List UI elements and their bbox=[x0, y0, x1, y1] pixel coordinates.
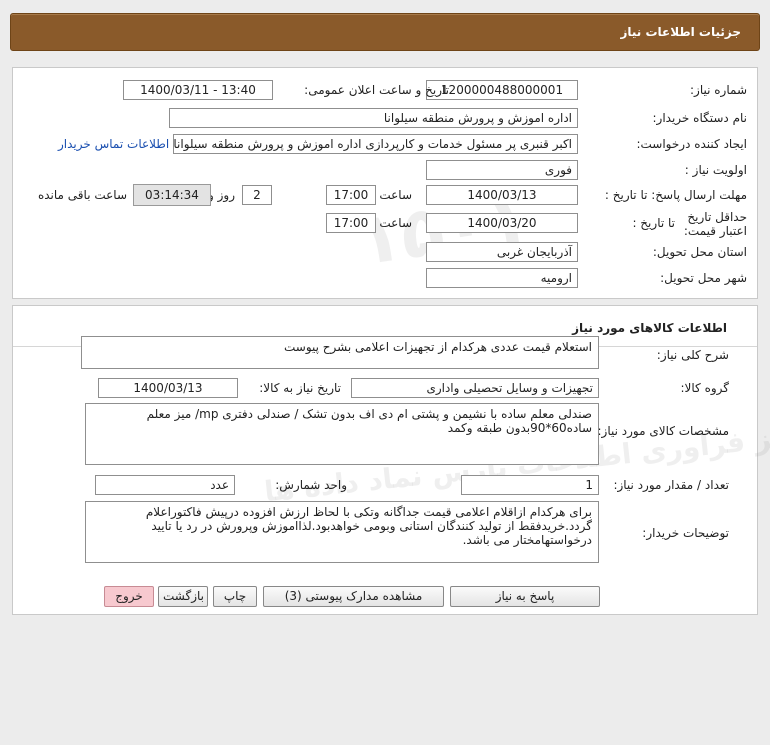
goods-info-panel: اطلاعات کالاهای مورد نیاز مرکز فراوری اط… bbox=[12, 305, 770, 615]
remaining-label: ساعت باقی مانده bbox=[37, 188, 127, 202]
qty-field: 1 bbox=[461, 475, 599, 495]
deadline-time-label: ساعت bbox=[379, 188, 412, 202]
need-date-label: تاریخ نیاز به کالا: bbox=[259, 381, 341, 395]
exit-button[interactable]: خروج bbox=[104, 586, 154, 607]
back-button[interactable]: بازگشت bbox=[158, 586, 208, 607]
remaining-time-field: 03:14:34 bbox=[133, 184, 211, 206]
priority-field: فوری bbox=[426, 160, 578, 180]
city-label: شهر محل تحویل: bbox=[660, 271, 747, 285]
attachments-button[interactable]: مشاهده مدارک پیوستی (3) bbox=[263, 586, 444, 607]
buyer-org-label: نام دستگاه خریدار: bbox=[652, 111, 748, 125]
validity-label: حداقل تاریخ اعتبار قیمت: bbox=[683, 210, 747, 238]
announce-label: تاریخ و ساعت اعلان عمومی: bbox=[304, 83, 449, 97]
deadline-time-field: 17:00 bbox=[326, 185, 376, 205]
creator-field: اکبر قنبری پر مسئول خدمات و کارپردازی اد… bbox=[173, 134, 578, 154]
need-info-panel: ۱۵۰۱ شماره نیاز: 1200000488000001 تاریخ … bbox=[12, 67, 758, 299]
announce-field: 1400/03/11 - 13:40 bbox=[123, 80, 273, 100]
need-date-field: 1400/03/13 bbox=[98, 378, 238, 398]
contact-info-link[interactable]: اطلاعات تماس خریدار bbox=[58, 137, 169, 151]
unit-field: عدد bbox=[95, 475, 235, 495]
goods-section-title: اطلاعات کالاهای مورد نیاز bbox=[572, 321, 727, 335]
buyer-notes-label: توضیحات خریدار: bbox=[642, 526, 729, 540]
province-field: آذربایجان غربی bbox=[426, 242, 578, 262]
days-field: 2 bbox=[242, 185, 272, 205]
buyer-org-field: اداره اموزش و پرورش منطقه سیلوانا bbox=[169, 108, 578, 128]
print-button[interactable]: چاپ bbox=[213, 586, 257, 607]
specs-label: مشخصات کالای مورد نیاز: bbox=[597, 424, 729, 438]
need-number-label: شماره نیاز: bbox=[690, 83, 747, 97]
page-header: جزئیات اطلاعات نیاز bbox=[10, 13, 760, 51]
deadline-date-field: 1400/03/13 bbox=[426, 185, 578, 205]
validity-to-label: تا تاریخ : bbox=[632, 216, 675, 230]
priority-label: اولویت نیاز : bbox=[684, 163, 747, 177]
city-field: ارومیه bbox=[426, 268, 578, 288]
summary-label: شرح کلی نیاز: bbox=[656, 348, 729, 362]
goods-group-field: تجهیزات و وسایل تحصیلی واداری bbox=[351, 378, 599, 398]
summary-field: استعلام قیمت عددی هرکدام از تجهیزات اعلا… bbox=[81, 336, 599, 369]
creator-label: ایجاد کننده درخواست: bbox=[636, 137, 747, 151]
validity-time-field: 17:00 bbox=[326, 213, 376, 233]
page-title: جزئیات اطلاعات نیاز bbox=[620, 25, 741, 39]
province-label: استان محل تحویل: bbox=[652, 245, 747, 259]
specs-field: صندلی معلم ساده با نشیمن و پشتی ام دی اف… bbox=[85, 403, 599, 465]
qty-label: تعداد / مقدار مورد نیاز: bbox=[613, 478, 729, 492]
deadline-label: مهلت ارسال پاسخ: تا تاریخ : bbox=[604, 188, 747, 202]
unit-label: واحد شمارش: bbox=[275, 478, 347, 492]
days-label: روز و bbox=[208, 188, 235, 202]
goods-group-label: گروه کالا: bbox=[680, 381, 730, 395]
reply-button[interactable]: پاسخ به نیاز bbox=[450, 586, 600, 607]
validity-time-label: ساعت bbox=[379, 216, 412, 230]
buyer-notes-field: برای هرکدام ازاقلام اعلامی قیمت جداگانه … bbox=[85, 501, 599, 563]
validity-date-field: 1400/03/20 bbox=[426, 213, 578, 233]
